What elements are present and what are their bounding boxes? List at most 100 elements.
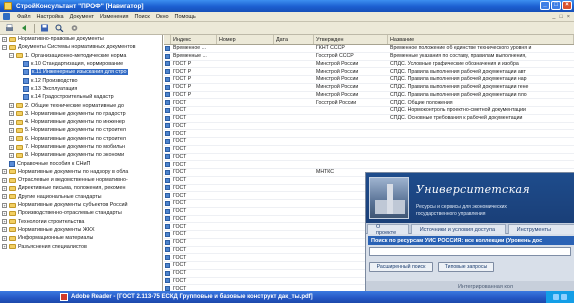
expand-icon[interactable]: + — [2, 202, 7, 208]
navigator-tree[interactable]: + Нормативно-правовые документы − Документы… — [0, 35, 163, 291]
tab-tools[interactable]: Инструменты — [507, 224, 574, 234]
table-row[interactable]: ГОСТ Р Минстрой России СПДС. Правила выпол… — [164, 84, 574, 92]
tray-icon[interactable] — [561, 294, 567, 300]
document-icon — [164, 61, 171, 68]
tree-item[interactable]: + Разъяснения специалистов — [0, 242, 162, 250]
tree-item[interactable]: + Нормативно-правовые документы — [0, 35, 162, 43]
table-row[interactable]: ГОСТ — [164, 123, 574, 131]
table-row[interactable]: ГОСТ СПДС. Основные требования к рабочей … — [164, 115, 574, 123]
mdi-minimize-button[interactable]: _ — [552, 14, 555, 20]
header-date[interactable]: Дата — [274, 35, 314, 44]
tree-item[interactable]: + Нормативные документы ЖКХ — [0, 226, 162, 234]
tree-item[interactable]: +5. Нормативные документы по строител — [0, 126, 162, 134]
close-button[interactable]: × — [562, 1, 572, 10]
table-row[interactable]: ГОСТ Р Минстрой России СПДС. Правила выпол… — [164, 76, 574, 84]
typical-queries-button[interactable]: Типовые запросы — [438, 262, 494, 272]
expand-icon[interactable]: + — [9, 144, 14, 150]
collapse-icon[interactable]: − — [9, 53, 14, 59]
tree-item[interactable]: к.13 Эксплуатация — [0, 85, 162, 93]
tree-item[interactable]: + Нормативные документы по надзору в обла — [0, 168, 162, 176]
expand-icon[interactable]: + — [2, 210, 7, 216]
tree-item[interactable]: +4. Нормативные документы по инженер — [0, 118, 162, 126]
maximize-button[interactable]: □ — [551, 1, 561, 10]
table-row[interactable]: ГОСТ Р Минстрой России СПДС. Правила выпол… — [164, 92, 574, 100]
header-name[interactable]: Название — [388, 35, 574, 44]
tree-item[interactable]: Справочные пособия к СНиП — [0, 159, 162, 167]
tree-item[interactable]: − 1. Организационно-методические норма — [0, 52, 162, 60]
table-row[interactable]: ГОСТ — [164, 161, 574, 169]
menu-settings[interactable]: Настройка — [37, 14, 64, 20]
table-row[interactable]: ГОСТ — [164, 146, 574, 154]
table-row[interactable]: ГОСТ Р Минстрой России СПДС. Правила выпол… — [164, 68, 574, 76]
tree-item[interactable]: − Документы Системы нормативных документо… — [0, 43, 162, 51]
expand-icon[interactable]: + — [9, 111, 14, 117]
expand-icon[interactable]: + — [9, 127, 14, 133]
table-row[interactable]: ГОСТ — [164, 154, 574, 162]
expand-icon[interactable]: + — [2, 169, 7, 175]
table-row[interactable]: ГОСТ — [164, 130, 574, 138]
expand-icon[interactable]: + — [9, 152, 14, 158]
expand-icon[interactable]: + — [2, 244, 7, 250]
mdi-restore-button[interactable]: □ — [559, 14, 562, 20]
collapse-icon[interactable]: − — [2, 44, 7, 50]
expand-icon[interactable]: + — [2, 219, 7, 225]
tree-item[interactable]: +7. Нормативные документы по мобильн — [0, 143, 162, 151]
print-icon[interactable] — [4, 23, 15, 33]
tray-icon[interactable] — [553, 294, 559, 300]
table-row[interactable]: ГОСТ — [164, 138, 574, 146]
save-icon[interactable] — [39, 23, 50, 33]
window-titlebar[interactable]: СтройКонсультант "ПРОФ" [Навигатор] _ □ … — [0, 0, 574, 12]
tree-item[interactable]: + Технологии строительства — [0, 218, 162, 226]
menu-search[interactable]: Поиск — [135, 14, 150, 20]
menu-changes[interactable]: Изменения — [100, 14, 129, 20]
tree-item[interactable]: +6. Нормативные документы по строител — [0, 135, 162, 143]
tree-item[interactable]: к.12 Производство — [0, 76, 162, 84]
document-icon — [164, 177, 171, 184]
tree-item[interactable]: +3. Нормативные документы по градостр — [0, 110, 162, 118]
expand-icon[interactable]: + — [2, 177, 7, 183]
menu-file[interactable]: Файл — [17, 14, 31, 20]
tree-item[interactable]: к.14 Градостроительный кадастр — [0, 93, 162, 101]
header-index[interactable]: Индекс — [171, 35, 217, 44]
menu-help[interactable]: Помощь — [175, 14, 196, 20]
search-icon[interactable] — [54, 23, 65, 33]
tree-item[interactable]: + Производственно-отраслевые стандарты — [0, 209, 162, 217]
document-window-icon[interactable] — [3, 13, 10, 20]
advanced-search-button[interactable]: Расширенный поиск — [369, 262, 433, 272]
taskbar-item-adobe-reader[interactable]: Adobe Reader - [ГОСТ 2.113-75 ЕСКД Групп… — [60, 292, 340, 302]
tree-item[interactable]: к.10 Стандартизация, нормирование — [0, 60, 162, 68]
expand-icon[interactable]: + — [2, 194, 7, 200]
tree-item[interactable]: + Нормативные документы субъектов Россий — [0, 201, 162, 209]
tree-item[interactable]: + Другие национальные стандарты — [0, 193, 162, 201]
table-row[interactable]: Временные ... Госстрой СССР Временные указ… — [164, 53, 574, 61]
expand-icon[interactable]: + — [2, 235, 7, 241]
expand-icon[interactable]: + — [9, 136, 14, 142]
tab-about[interactable]: О проекте — [367, 224, 409, 236]
tree-item[interactable]: +8. Нормативные документы по экономи — [0, 151, 162, 159]
mdi-close-button[interactable]: × — [567, 14, 570, 20]
menu-window[interactable]: Окно — [156, 14, 169, 20]
document-icon — [164, 247, 171, 254]
menu-document[interactable]: Документ — [70, 14, 94, 20]
tab-sources[interactable]: Источники и условия доступа — [410, 224, 506, 234]
settings-icon[interactable] — [69, 23, 80, 33]
header-approved[interactable]: Утвержден — [314, 35, 388, 44]
tree-item[interactable]: + Информационные материалы — [0, 234, 162, 242]
expand-icon[interactable]: + — [2, 36, 7, 42]
tree-item[interactable]: +2. Общие технические нормативные до — [0, 101, 162, 109]
tree-item[interactable]: + Отраслевые и ведомственные нормативно- — [0, 176, 162, 184]
expand-icon[interactable]: + — [2, 185, 7, 191]
minimize-button[interactable]: _ — [540, 1, 550, 10]
tree-item[interactable]: + Директивные письма, положения, рекомен — [0, 184, 162, 192]
table-row[interactable]: ГОСТ Госстрой России СПДС. Общие положения — [164, 99, 574, 107]
portal-search-input[interactable] — [369, 247, 571, 256]
back-icon[interactable] — [19, 23, 30, 33]
header-number[interactable]: Номер — [217, 35, 274, 44]
table-row[interactable]: ГОСТ СПДС. Нормоконтроль проектно-сметной… — [164, 107, 574, 115]
expand-icon[interactable]: + — [9, 119, 14, 125]
expand-icon[interactable]: + — [9, 103, 14, 109]
expand-icon[interactable]: + — [2, 227, 7, 233]
table-row[interactable]: Временное ... ГКНТ СССР Временное положени… — [164, 45, 574, 53]
table-row[interactable]: ГОСТ Р Минстрой России СПДС. Условные граф… — [164, 61, 574, 69]
tree-item[interactable]: к.11 Инженерные изыскания для стро — [0, 68, 162, 76]
